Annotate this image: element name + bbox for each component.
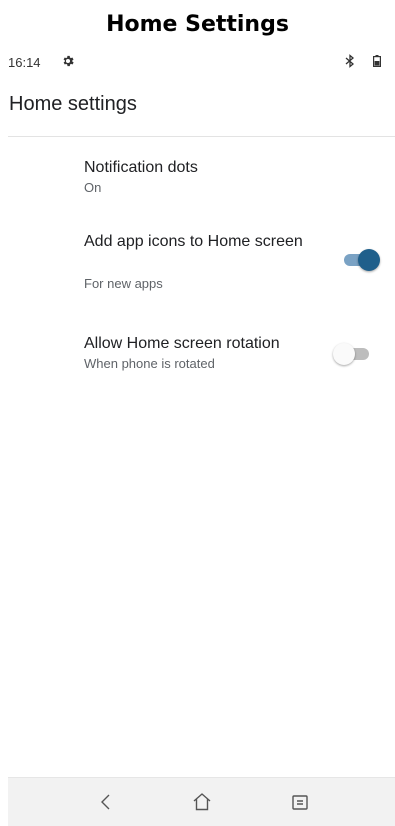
screenshot-caption: Home Settings bbox=[0, 0, 395, 44]
setting-subtitle: When phone is rotated bbox=[84, 356, 215, 371]
page-title: Home settings bbox=[9, 93, 137, 115]
home-rotation-toggle[interactable] bbox=[333, 343, 373, 365]
back-icon[interactable] bbox=[94, 790, 118, 814]
battery-icon bbox=[373, 55, 381, 67]
bluetooth-icon bbox=[345, 54, 355, 68]
status-time: 16:14 bbox=[8, 55, 41, 70]
setting-add-app-icons[interactable]: Add app icons to Home screen For new app… bbox=[8, 221, 395, 311]
app-bar: Home settings bbox=[8, 80, 395, 137]
setting-subtitle: For new apps bbox=[84, 276, 163, 291]
setting-home-screen-rotation[interactable]: Allow Home screen rotation When phone is… bbox=[8, 323, 395, 383]
gear-icon bbox=[63, 55, 74, 67]
setting-title: Add app icons to Home screen bbox=[84, 233, 303, 250]
switch-thumb bbox=[358, 249, 380, 271]
status-bar: 16:14 bbox=[8, 46, 395, 80]
navigation-bar bbox=[8, 777, 395, 826]
add-app-icons-toggle[interactable] bbox=[340, 249, 380, 271]
phone-screen: 16:14 Home settings Notification dots On… bbox=[8, 46, 395, 826]
home-icon[interactable] bbox=[190, 790, 214, 814]
settings-list: Notification dots On Add app icons to Ho… bbox=[8, 137, 395, 777]
recents-icon[interactable] bbox=[288, 790, 312, 814]
setting-notification-dots[interactable]: Notification dots On bbox=[8, 137, 395, 207]
switch-thumb bbox=[333, 343, 355, 365]
setting-title: Allow Home screen rotation bbox=[84, 335, 280, 352]
setting-title: Notification dots bbox=[84, 159, 198, 176]
setting-subtitle: On bbox=[84, 180, 102, 195]
